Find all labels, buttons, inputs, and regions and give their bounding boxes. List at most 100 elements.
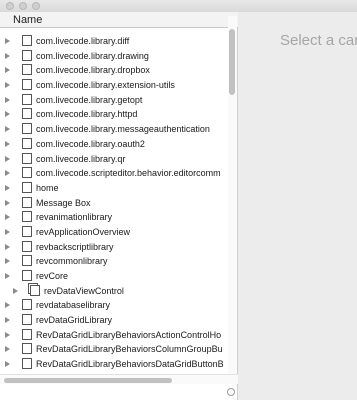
stack-page-icon	[22, 123, 32, 135]
list-item-label: revdatabaselibrary	[36, 300, 111, 311]
stack-page-icon	[22, 93, 32, 105]
list-item-label: com.livecode.library.dropbox	[36, 65, 150, 76]
stack-page-icon	[22, 35, 32, 46]
list-item[interactable]: revcommonlibrary	[0, 254, 228, 269]
list-item-label: RevDataGridLibraryBehaviorsDataGridButto…	[36, 359, 224, 370]
list-item[interactable]: revanimationlibrary	[0, 210, 228, 225]
disclosure-triangle-icon[interactable]	[5, 184, 10, 191]
list-item-label: revcommonlibrary	[36, 256, 108, 267]
list-item-label: com.livecode.library.drawing	[36, 50, 149, 61]
stack-list: com.livecode.library.diff com.livecode.li…	[0, 34, 228, 386]
list-item-label: com.livecode.scripteditor.behavior.edito…	[36, 168, 221, 179]
list-item[interactable]: RevDataGridLibraryBehaviorsColumnGroupBu	[0, 342, 228, 357]
stack-page-icon	[22, 108, 32, 120]
list-item-label: com.livecode.library.httpd	[36, 109, 138, 120]
disclosure-triangle-icon[interactable]	[5, 331, 10, 338]
disclosure-triangle-icon[interactable]	[5, 82, 10, 89]
stack-page-icon	[22, 152, 32, 164]
disclosure-triangle-icon[interactable]	[5, 111, 10, 118]
list-item[interactable]: com.livecode.library.oauth2	[0, 137, 228, 152]
stack-list-pane: Name com.livecode.library.diff com.liveco…	[0, 12, 238, 400]
list-item[interactable]: revdatabaselibrary	[0, 298, 228, 313]
disclosure-triangle-icon[interactable]	[13, 287, 18, 294]
list-item[interactable]: com.livecode.library.drawing	[0, 49, 228, 64]
list-item[interactable]: com.livecode.library.qr	[0, 152, 228, 167]
stack-page-icon	[22, 181, 32, 193]
stack-page-icon	[22, 196, 32, 208]
stack-page-icon	[22, 167, 32, 179]
list-item-label: revApplicationOverview	[36, 226, 131, 237]
stack-page-icon	[22, 270, 32, 281]
stack-page-icon	[22, 79, 32, 91]
disclosure-triangle-icon[interactable]	[5, 170, 10, 177]
stack-page-icon	[22, 240, 32, 252]
stack-page-icon	[22, 299, 32, 311]
list-item[interactable]: RevDataGridLibraryBehaviorsDataGridButto…	[0, 357, 228, 372]
disclosure-triangle-icon[interactable]	[5, 228, 10, 235]
name-column-label: Name	[13, 14, 43, 26]
disclosure-triangle-icon[interactable]	[5, 155, 10, 162]
stack-page-icon	[22, 328, 32, 340]
list-item[interactable]: com.livecode.library.httpd	[0, 107, 228, 122]
list-item[interactable]: Message Box	[0, 196, 228, 211]
list-item[interactable]: com.livecode.library.diff	[0, 34, 228, 49]
name-column-header[interactable]: Name	[0, 12, 238, 28]
list-item-label: com.livecode.library.oauth2	[36, 138, 145, 149]
list-item-label: Message Box	[36, 197, 91, 208]
list-item-label: revanimationlibrary	[36, 212, 113, 223]
list-item-label: com.livecode.library.extension-utils	[36, 80, 175, 91]
stack-page-icon	[22, 211, 32, 223]
stack-page-icon	[22, 49, 32, 61]
disclosure-triangle-icon[interactable]	[5, 361, 10, 368]
detail-pane: Select a car	[238, 12, 357, 400]
title-bar	[0, 0, 357, 12]
list-item[interactable]: RevDataGridLibraryBehaviorsActionControl…	[0, 328, 228, 343]
list-item[interactable]: revDataViewControl	[0, 284, 228, 299]
list-item-label: com.livecode.library.messageauthenticati…	[36, 124, 210, 135]
close-window-button[interactable]	[6, 2, 14, 10]
list-item-label: RevDataGridLibraryBehaviorsColumnGroupBu	[36, 344, 223, 355]
list-item[interactable]: com.livecode.scripteditor.behavior.edito…	[0, 166, 228, 181]
disclosure-triangle-icon[interactable]	[5, 243, 10, 250]
disclosure-triangle-icon[interactable]	[5, 126, 10, 133]
list-item[interactable]: revbackscriptlibrary	[0, 240, 228, 255]
resize-handle-icon[interactable]	[227, 388, 235, 396]
list-item-label: revDataViewControl	[44, 285, 124, 296]
disclosure-triangle-icon[interactable]	[5, 214, 10, 221]
disclosure-triangle-icon[interactable]	[5, 199, 10, 206]
disclosure-triangle-icon[interactable]	[5, 258, 10, 265]
stack-page-icon	[22, 64, 32, 76]
disclosure-triangle-icon[interactable]	[5, 317, 10, 324]
list-item[interactable]: revApplicationOverview	[0, 225, 228, 240]
disclosure-triangle-icon[interactable]	[5, 52, 10, 59]
list-item-label: com.livecode.library.qr	[36, 153, 126, 164]
disclosure-triangle-icon[interactable]	[5, 96, 10, 103]
vertical-scroll-thumb[interactable]	[229, 29, 235, 95]
disclosure-triangle-icon[interactable]	[5, 273, 10, 279]
disclosure-triangle-icon[interactable]	[5, 140, 10, 147]
stack-page-icon	[22, 255, 32, 267]
list-item-label: revDataGridLibrary	[36, 315, 113, 326]
detail-placeholder: Select a car	[280, 32, 357, 49]
list-item-label: home	[36, 182, 59, 193]
list-item[interactable]: revDataGridLibrary	[0, 313, 228, 328]
minimize-window-button[interactable]	[19, 2, 27, 10]
list-item[interactable]: home	[0, 181, 228, 196]
disclosure-triangle-icon[interactable]	[5, 38, 10, 44]
list-item[interactable]: com.livecode.library.extension-utils	[0, 78, 228, 93]
stack-page-icon	[22, 225, 32, 237]
horizontal-scroll-thumb[interactable]	[4, 378, 172, 383]
list-item[interactable]: revCore	[0, 269, 228, 284]
list-item-label: RevDataGridLibraryBehaviorsActionControl…	[36, 329, 222, 340]
zoom-window-button[interactable]	[32, 2, 40, 10]
disclosure-triangle-icon[interactable]	[5, 67, 10, 74]
window: Name com.livecode.library.diff com.liveco…	[0, 0, 357, 400]
stack-page-icon	[22, 137, 32, 149]
disclosure-triangle-icon[interactable]	[5, 346, 10, 353]
list-item-label: revbackscriptlibrary	[36, 241, 114, 252]
list-item[interactable]: com.livecode.library.messageauthenticati…	[0, 122, 228, 137]
list-item[interactable]: com.livecode.library.getopt	[0, 93, 228, 108]
disclosure-triangle-icon[interactable]	[5, 302, 10, 309]
substack-icon	[30, 284, 40, 296]
list-item[interactable]: com.livecode.library.dropbox	[0, 63, 228, 78]
